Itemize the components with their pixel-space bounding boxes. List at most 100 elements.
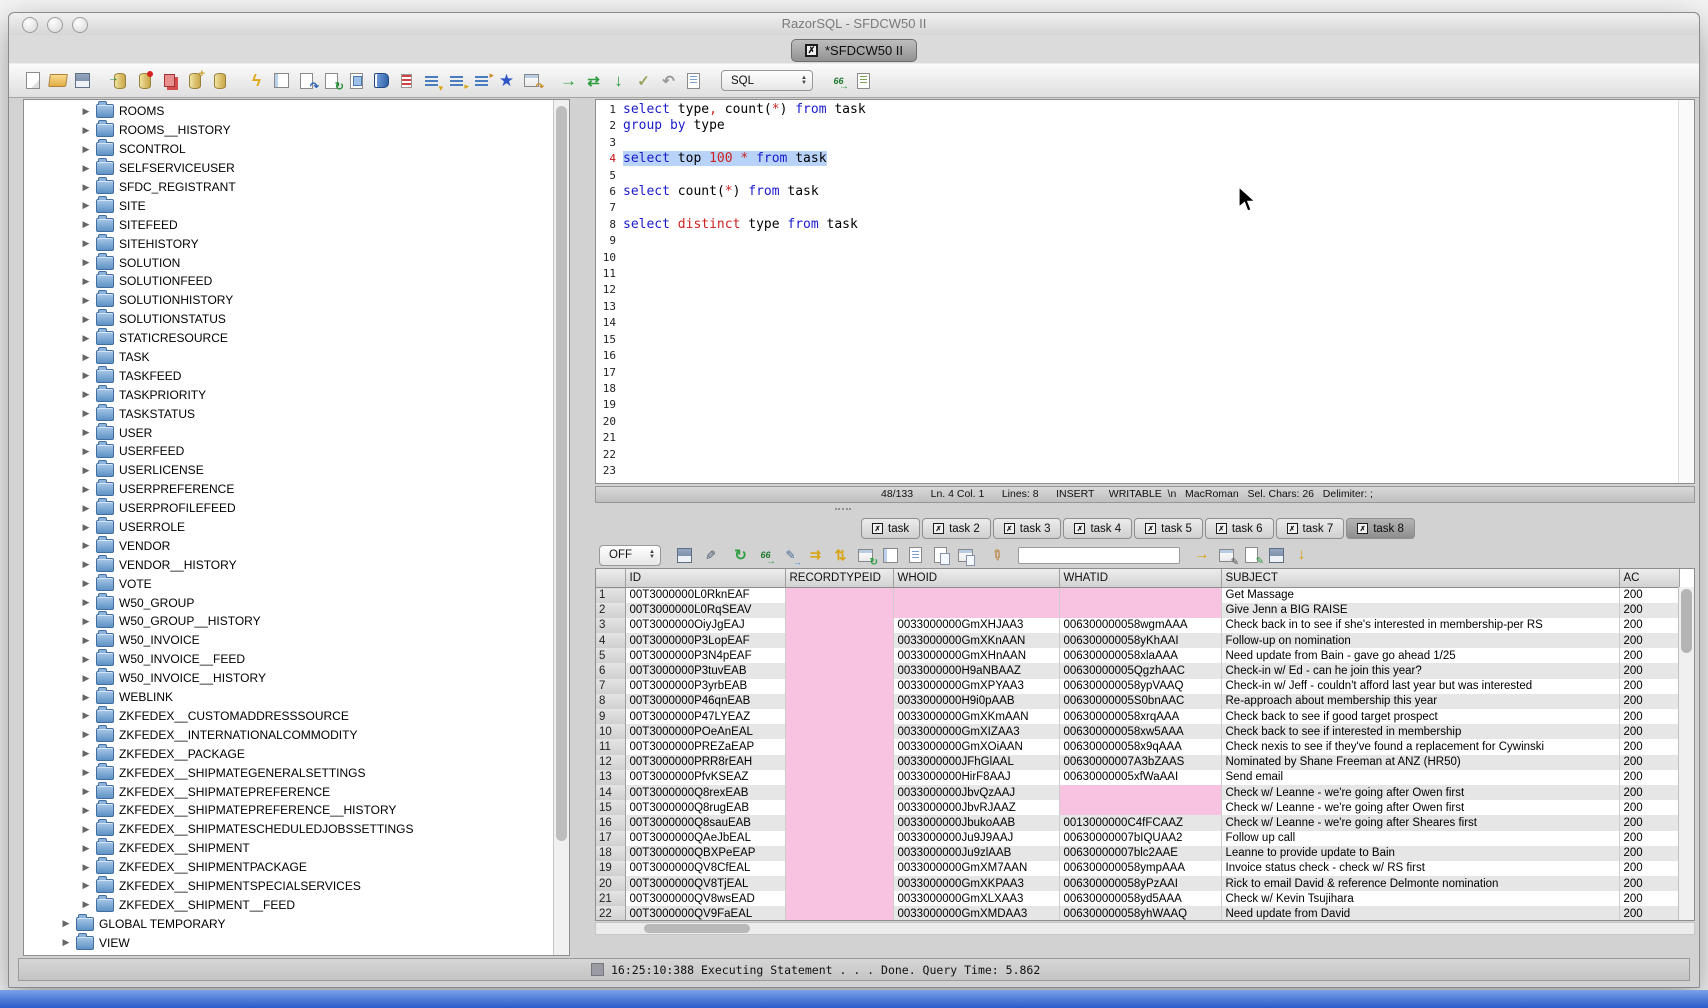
table-row[interactable]: 800T3000000P46qnEAB0033000000H9i0pAAB006…: [596, 694, 1679, 709]
column-header-id[interactable]: ID: [625, 569, 785, 588]
disclosure-icon[interactable]: ▶: [81, 503, 91, 514]
tree-item-rooms-history[interactable]: ▶ROOMS__HISTORY: [24, 121, 554, 140]
row-number[interactable]: 11: [596, 739, 625, 754]
disclosure-icon[interactable]: ▶: [81, 182, 91, 193]
undo-icon[interactable]: [659, 71, 678, 90]
table-cell[interactable]: Follow up call: [1221, 831, 1619, 846]
tree-item-userpreference[interactable]: ▶USERPREFERENCE: [24, 480, 554, 499]
table-cell[interactable]: [785, 815, 893, 830]
table-cell[interactable]: Check w/ Leanne - we're going after Shea…: [1221, 815, 1619, 830]
disclosure-icon[interactable]: ▶: [81, 578, 91, 589]
disclosure-icon[interactable]: ▶: [81, 465, 91, 476]
tree-item-userprofilefeed[interactable]: ▶USERPROFILEFEED: [24, 499, 554, 518]
table-row[interactable]: 1500T3000000Q8rugEAB0033000000JbvRJAAZCh…: [596, 800, 1679, 815]
table-cell[interactable]: [785, 709, 893, 724]
table-cell[interactable]: 200: [1619, 785, 1679, 800]
refresh-green-icon[interactable]: [731, 546, 750, 565]
tree-item-zkfedex-shipmategeneralsettings[interactable]: ▶ZKFEDEX__SHIPMATEGENERALSETTINGS: [24, 763, 554, 782]
table-cell[interactable]: 00T3000000P47LYEAZ: [625, 709, 785, 724]
table-cell[interactable]: Need update from David: [1221, 906, 1619, 921]
table-row[interactable]: 1700T3000000QAeJbEAL0033000000Ju9J9AAJ00…: [596, 831, 1679, 846]
table-cell[interactable]: 00T3000000P3yrbEAB: [625, 679, 785, 694]
table-cell[interactable]: [893, 603, 1059, 618]
star-icon[interactable]: [497, 71, 516, 90]
table-cell[interactable]: 200: [1619, 800, 1679, 815]
table-cell[interactable]: 0033000000JFhGlAAL: [893, 755, 1059, 770]
table-cell[interactable]: 0033000000GmXIZAA3: [893, 724, 1059, 739]
table-cell[interactable]: 00T3000000PRR8rEAH: [625, 755, 785, 770]
table-row[interactable]: 1200T3000000PRR8rEAH0033000000JFhGlAAL00…: [596, 755, 1679, 770]
tree-item-zkfedex-shipmatepreference[interactable]: ▶ZKFEDEX__SHIPMATEPREFERENCE: [24, 782, 554, 801]
table-cell[interactable]: 00630000007A3bZAAS: [1059, 755, 1221, 770]
disclosure-icon[interactable]: ▶: [81, 484, 91, 495]
sort-yellow-icon[interactable]: [831, 546, 850, 565]
disclosure-icon[interactable]: ▶: [81, 786, 91, 797]
tree-item-sfdc-registrant[interactable]: ▶SFDC_REGISTRANT: [24, 178, 554, 197]
table-row[interactable]: 1900T3000000QV8CfEAL0033000000GmXM7AAN00…: [596, 861, 1679, 876]
table-cell[interactable]: 006300000058yKhAAI: [1059, 633, 1221, 648]
table-cell[interactable]: 0033000000H9i0pAAB: [893, 694, 1059, 709]
result-tab-task-3[interactable]: ✗task 3: [993, 518, 1062, 539]
floppy-icon[interactable]: [73, 71, 92, 90]
table-cell[interactable]: [785, 906, 893, 921]
row-number[interactable]: 17: [596, 831, 625, 846]
table-cell[interactable]: 0033000000GmXKmAAN: [893, 709, 1059, 724]
table-cell[interactable]: 00630000005xfWaAAI: [1059, 770, 1221, 785]
tree-item-solutionhistory[interactable]: ▶SOLUTIONHISTORY: [24, 291, 554, 310]
db-connect-icon[interactable]: [110, 71, 129, 90]
disclosure-icon[interactable]: ▶: [81, 389, 91, 400]
table-pencil-icon[interactable]: [1217, 546, 1236, 565]
tree-item-scontrol[interactable]: ▶SCONTROL: [24, 140, 554, 159]
sql-editor[interactable]: 1234567891011121314151617181920212223 se…: [595, 99, 1695, 484]
table-refresh-icon[interactable]: [856, 546, 875, 565]
list-red-icon[interactable]: [397, 71, 416, 90]
table-row[interactable]: 900T3000000P47LYEAZ0033000000GmXKmAAN006…: [596, 709, 1679, 724]
tree-item-w50-invoice-feed[interactable]: ▶W50_INVOICE__FEED: [24, 650, 554, 669]
doc-lines-icon[interactable]: [906, 546, 925, 565]
disclosure-icon[interactable]: ▶: [81, 219, 91, 230]
max-rows-select[interactable]: OFF ▲▼: [599, 545, 661, 566]
pen-icon[interactable]: [987, 546, 1006, 565]
disclosure-icon[interactable]: ▶: [81, 616, 91, 627]
disclosure-icon[interactable]: ▶: [81, 597, 91, 608]
disclosure-icon[interactable]: ▶: [81, 899, 91, 910]
table-row[interactable]: 300T3000000OiyJgEAJ0033000000GmXHJAA3006…: [596, 618, 1679, 633]
table-cell[interactable]: 00630000007blc2AAE: [1059, 846, 1221, 861]
table-cell[interactable]: Check nexis to see if they've found a re…: [1221, 739, 1619, 754]
tab-close-icon[interactable]: ✗: [872, 523, 883, 534]
table-cell[interactable]: [785, 770, 893, 785]
table-cell[interactable]: 200: [1619, 648, 1679, 663]
table-cell[interactable]: [785, 679, 893, 694]
column-header-rownum[interactable]: [596, 569, 625, 588]
disclosure-icon[interactable]: ▶: [81, 635, 91, 646]
table-cell[interactable]: [785, 739, 893, 754]
table-cell[interactable]: 0033000000JbvQzAAJ: [893, 785, 1059, 800]
table-cell[interactable]: 0033000000GmXPYAA3: [893, 679, 1059, 694]
table-row[interactable]: 2000T3000000QV8TjEAL0033000000GmXKPAA300…: [596, 876, 1679, 891]
table-cell[interactable]: [785, 633, 893, 648]
table-cell[interactable]: 200: [1619, 815, 1679, 830]
table-copy-icon[interactable]: [956, 546, 975, 565]
row-number[interactable]: 3: [596, 618, 625, 633]
table-cell[interactable]: Check back to see if good target prospec…: [1221, 709, 1619, 724]
tree-item-vendor-history[interactable]: ▶VENDOR__HISTORY: [24, 555, 554, 574]
table-cell[interactable]: 200: [1619, 618, 1679, 633]
result-tab-task[interactable]: ✗task: [861, 518, 920, 539]
table-cell[interactable]: Check back to see if interested in membe…: [1221, 724, 1619, 739]
table-cell[interactable]: 200: [1619, 679, 1679, 694]
tree-item-solutionfeed[interactable]: ▶SOLUTIONFEED: [24, 272, 554, 291]
table-cell[interactable]: 0033000000GmXLXAA3: [893, 891, 1059, 906]
row-number[interactable]: 1: [596, 588, 625, 603]
doc-lines-icon[interactable]: [684, 71, 703, 90]
tree-item-w50-invoice[interactable]: ▶W50_INVOICE: [24, 631, 554, 650]
db-plain-icon[interactable]: [210, 71, 229, 90]
table-cell[interactable]: Send email: [1221, 770, 1619, 785]
table-cell[interactable]: 00T3000000Q8rugEAB: [625, 800, 785, 815]
table-cell[interactable]: 006300000058x9qAAA: [1059, 739, 1221, 754]
table-cell[interactable]: Check back in to see if she's interested…: [1221, 618, 1619, 633]
table-cell[interactable]: 200: [1619, 891, 1679, 906]
table-cell[interactable]: 00T3000000P3N4pEAF: [625, 648, 785, 663]
table-cell[interactable]: 00T3000000P46qnEAB: [625, 694, 785, 709]
table-row[interactable]: 700T3000000P3yrbEAB0033000000GmXPYAA3006…: [596, 679, 1679, 694]
results-search-input[interactable]: [1018, 547, 1180, 564]
